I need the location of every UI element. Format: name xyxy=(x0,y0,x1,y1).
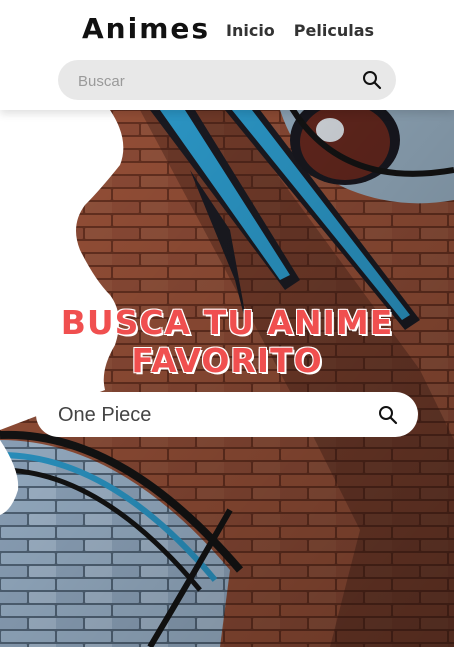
hero-title-line-1: BUSCA TU ANIME xyxy=(60,303,394,343)
nav-link-peliculas[interactable]: Peliculas xyxy=(294,21,374,40)
hero-banner: BUSCA TU ANIME FAVORITO xyxy=(0,110,454,647)
hero-search-input[interactable] xyxy=(56,392,360,439)
search-icon[interactable] xyxy=(362,70,382,90)
main-nav: Inicio Peliculas xyxy=(226,21,374,40)
hero-search-bar xyxy=(36,392,418,439)
nav-link-inicio[interactable]: Inicio xyxy=(226,21,275,40)
hero-title-line-2: FAVORITO xyxy=(131,341,323,381)
site-header: Animes Inicio Peliculas xyxy=(0,0,454,110)
hero-title: BUSCA TU ANIME FAVORITO xyxy=(0,304,454,380)
header-search-input[interactable] xyxy=(76,60,350,102)
site-logo[interactable]: Animes xyxy=(82,12,210,45)
search-icon[interactable] xyxy=(378,405,398,425)
header-search-bar xyxy=(58,60,396,102)
